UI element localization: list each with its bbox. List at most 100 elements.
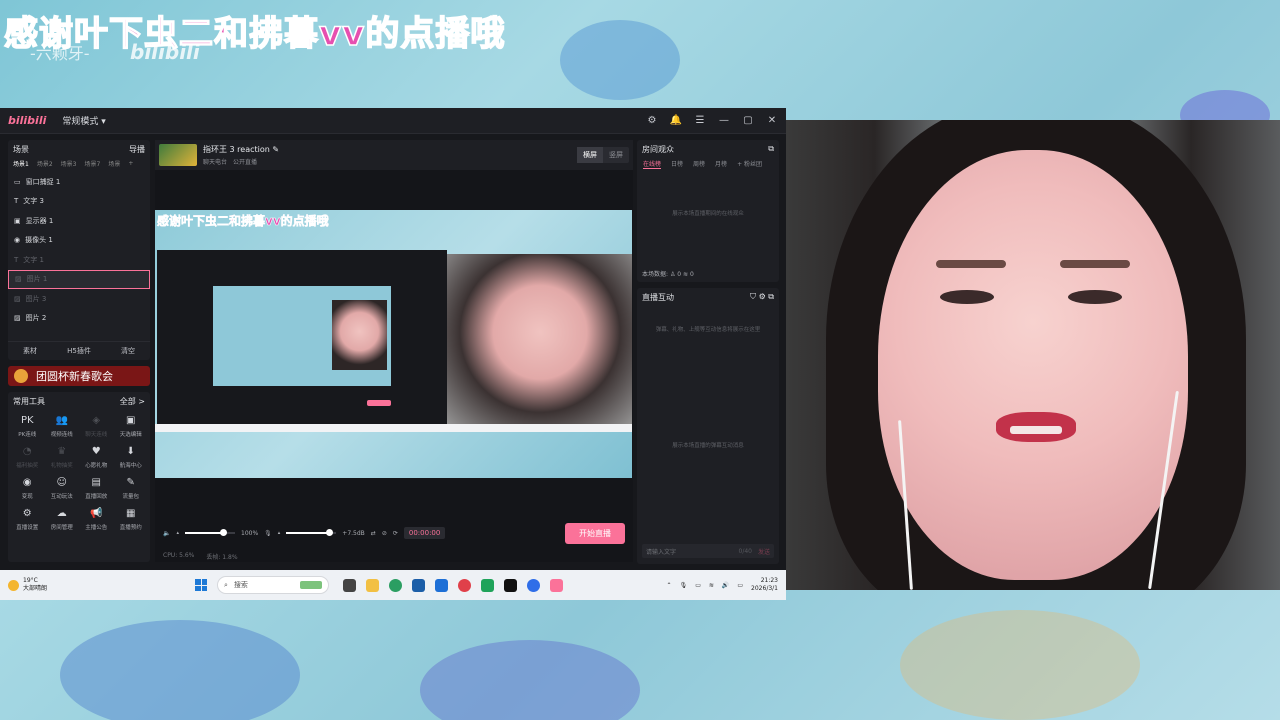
menu-icon[interactable]: ☰ xyxy=(694,115,706,127)
tool-item[interactable]: PK PK连线 xyxy=(10,415,45,438)
mic-slider[interactable] xyxy=(286,529,337,536)
image-icon: ▨ xyxy=(15,275,22,284)
tool-item[interactable]: ⚙ 直播设置 xyxy=(10,508,45,531)
wifi-icon[interactable]: ≋ xyxy=(709,582,714,589)
stream-title[interactable]: 指环王 3 reaction xyxy=(203,145,270,154)
tab-scene[interactable]: 场景3 xyxy=(61,159,77,168)
chevron-up-icon[interactable]: ⌃ xyxy=(667,582,672,589)
tools-panel: 常用工具 全部 > PK PK连线 👥 视频连线 ◈ 聊天连线 ▣ 天选编辑 ◔ 福利抽奖 ♛ 礼物抽… xyxy=(8,392,150,562)
windows-start-icon[interactable] xyxy=(195,579,207,591)
popout-icon[interactable]: ⧉ xyxy=(768,292,774,301)
file-explorer-icon[interactable] xyxy=(366,578,379,592)
taskbar-apps xyxy=(343,578,563,592)
word-icon[interactable] xyxy=(435,578,448,592)
cpu-usage: CPU: 5.6% xyxy=(163,552,195,559)
mode-dropdown[interactable]: 常规模式 ▾ xyxy=(62,114,105,127)
capcut-icon[interactable] xyxy=(504,578,517,592)
source-item[interactable]: T 文字 1 xyxy=(8,250,150,270)
stream-preview[interactable]: 感谢叶下虫二和拂暮vv的点播哦 xyxy=(155,210,632,478)
tool-icon: ◈ xyxy=(92,415,101,426)
edge-browser-icon[interactable] xyxy=(389,578,402,592)
stream-cover-thumbnail[interactable] xyxy=(159,144,197,166)
tab-scene[interactable]: 场景2 xyxy=(37,159,53,168)
popout-icon[interactable]: ⧉ xyxy=(768,144,774,155)
maximize-icon[interactable]: ▢ xyxy=(742,115,754,127)
tool-label: 变现 xyxy=(21,494,33,500)
tab-fans[interactable]: + 粉丝团 xyxy=(737,159,762,169)
gear-icon[interactable]: ⚙ xyxy=(759,292,766,301)
chat-input[interactable]: 请输入文字 0/40 发送 xyxy=(642,544,774,558)
settings-icon[interactable]: ⚙ xyxy=(646,115,658,127)
tool-item[interactable]: ☁ 房间管理 xyxy=(45,508,80,531)
weather-desc: 大部晴朗 xyxy=(23,585,48,592)
tool-item[interactable]: ✎ 流量包 xyxy=(114,477,149,500)
tool-item[interactable]: ☺ 互动玩法 xyxy=(45,477,80,500)
mic-icon[interactable]: 🎙 xyxy=(264,530,272,537)
guide-button[interactable]: 导播 xyxy=(129,144,145,155)
wechat-icon[interactable] xyxy=(481,578,494,592)
clock[interactable]: 21:23 2026/3/1 xyxy=(751,577,778,593)
battery-icon[interactable]: ▭ xyxy=(737,582,743,589)
tab-online[interactable]: 在线榜 xyxy=(643,159,662,169)
performance-stats: CPU: 5.6% 丢帧: 1.8% xyxy=(163,552,238,561)
tools-all-link[interactable]: 全部 > xyxy=(120,396,145,407)
mic-tray-icon[interactable]: 🎙 xyxy=(680,582,688,589)
tool-item[interactable]: 📢 主播公告 xyxy=(79,508,114,531)
tool-item[interactable]: ♛ 礼物抽奖 xyxy=(45,446,80,469)
tool-item[interactable]: ◔ 福利抽奖 xyxy=(10,446,45,469)
minimize-icon[interactable]: — xyxy=(718,115,730,127)
mute-icon[interactable]: ⊘ xyxy=(382,530,387,537)
browser-icon[interactable] xyxy=(527,578,540,592)
record-timer[interactable]: 00:00:00 xyxy=(403,527,446,539)
tool-item[interactable]: ⬇ 航海中心 xyxy=(114,446,149,469)
store-icon[interactable] xyxy=(412,578,425,592)
source-item-selected[interactable]: ▨ 图片 1 xyxy=(8,269,150,289)
tool-item[interactable]: ▦ 直播预约 xyxy=(114,508,149,531)
tool-item[interactable]: ▤ 直播回放 xyxy=(79,477,114,500)
edit-icon[interactable]: ✎ xyxy=(272,145,279,154)
event-banner[interactable]: 团圆杯新春歌会 xyxy=(8,366,150,386)
volume-icon[interactable]: 🔊 xyxy=(722,582,729,589)
tab-weekly[interactable]: 周榜 xyxy=(693,159,705,169)
display-icon[interactable]: ▭ xyxy=(695,582,701,589)
source-item[interactable]: ▣ 显示器 1 xyxy=(8,211,150,231)
speaker-icon[interactable]: 🔈 xyxy=(163,530,170,537)
tool-item[interactable]: ◈ 聊天连线 xyxy=(79,415,114,438)
portrait-button[interactable]: 竖屏 xyxy=(603,147,629,163)
source-item[interactable]: ▭ 窗口捕捉 1 xyxy=(8,172,150,192)
source-item[interactable]: ▨ 图片 2 xyxy=(8,309,150,329)
tool-item[interactable]: ◉ 变现 xyxy=(10,477,45,500)
source-item[interactable]: T 文字 3 xyxy=(8,192,150,212)
add-scene-icon[interactable]: + xyxy=(128,160,133,167)
tab-monthly[interactable]: 月榜 xyxy=(715,159,727,169)
tab-scene[interactable]: 场景 xyxy=(108,159,120,168)
interaction-title: 直播互动 xyxy=(642,293,674,302)
music-app-icon[interactable] xyxy=(458,578,471,592)
tool-icon: ◔ xyxy=(22,446,32,457)
taskbar-search[interactable]: ⌕ 搜索 xyxy=(217,576,329,594)
tool-item[interactable]: 👥 视频连线 xyxy=(45,415,80,438)
source-item[interactable]: ◉ 摄像头 1 xyxy=(8,231,150,251)
bilibili-live-icon[interactable] xyxy=(550,578,563,592)
tool-item[interactable]: ▣ 天选编辑 xyxy=(114,415,149,438)
bell-icon[interactable]: 🔔 xyxy=(670,115,682,127)
tool-item[interactable]: ♥ 心愿礼物 xyxy=(79,446,114,469)
swap-icon[interactable]: ⇄ xyxy=(371,530,376,537)
tab-scene[interactable]: 场景7 xyxy=(84,159,100,168)
volume-slider[interactable] xyxy=(185,529,235,536)
material-button[interactable]: 素材 xyxy=(23,346,37,356)
close-icon[interactable]: ✕ xyxy=(766,115,778,127)
live-studio-window: bilibili 常规模式 ▾ ⚙ 🔔 ☰ — ▢ ✕ 场景 导播 场景1 场景… xyxy=(0,108,786,570)
refresh-icon[interactable]: ⟳ xyxy=(393,530,398,537)
landscape-button[interactable]: 横屏 xyxy=(577,147,603,163)
shield-icon[interactable]: ⛉ xyxy=(750,292,756,301)
clear-button[interactable]: 清空 xyxy=(121,346,135,356)
task-view-icon[interactable] xyxy=(343,578,356,592)
start-live-button[interactable]: 开始直播 xyxy=(565,522,625,544)
source-item[interactable]: ▨ 图片 3 xyxy=(8,289,150,309)
h5-plugin-button[interactable]: H5插件 xyxy=(67,346,91,356)
tab-scene[interactable]: 场景1 xyxy=(13,159,29,168)
tab-daily[interactable]: 日榜 xyxy=(671,159,683,169)
send-button[interactable]: 发送 xyxy=(758,547,770,556)
weather-widget[interactable]: 19°C 大部晴朗 xyxy=(0,577,195,593)
